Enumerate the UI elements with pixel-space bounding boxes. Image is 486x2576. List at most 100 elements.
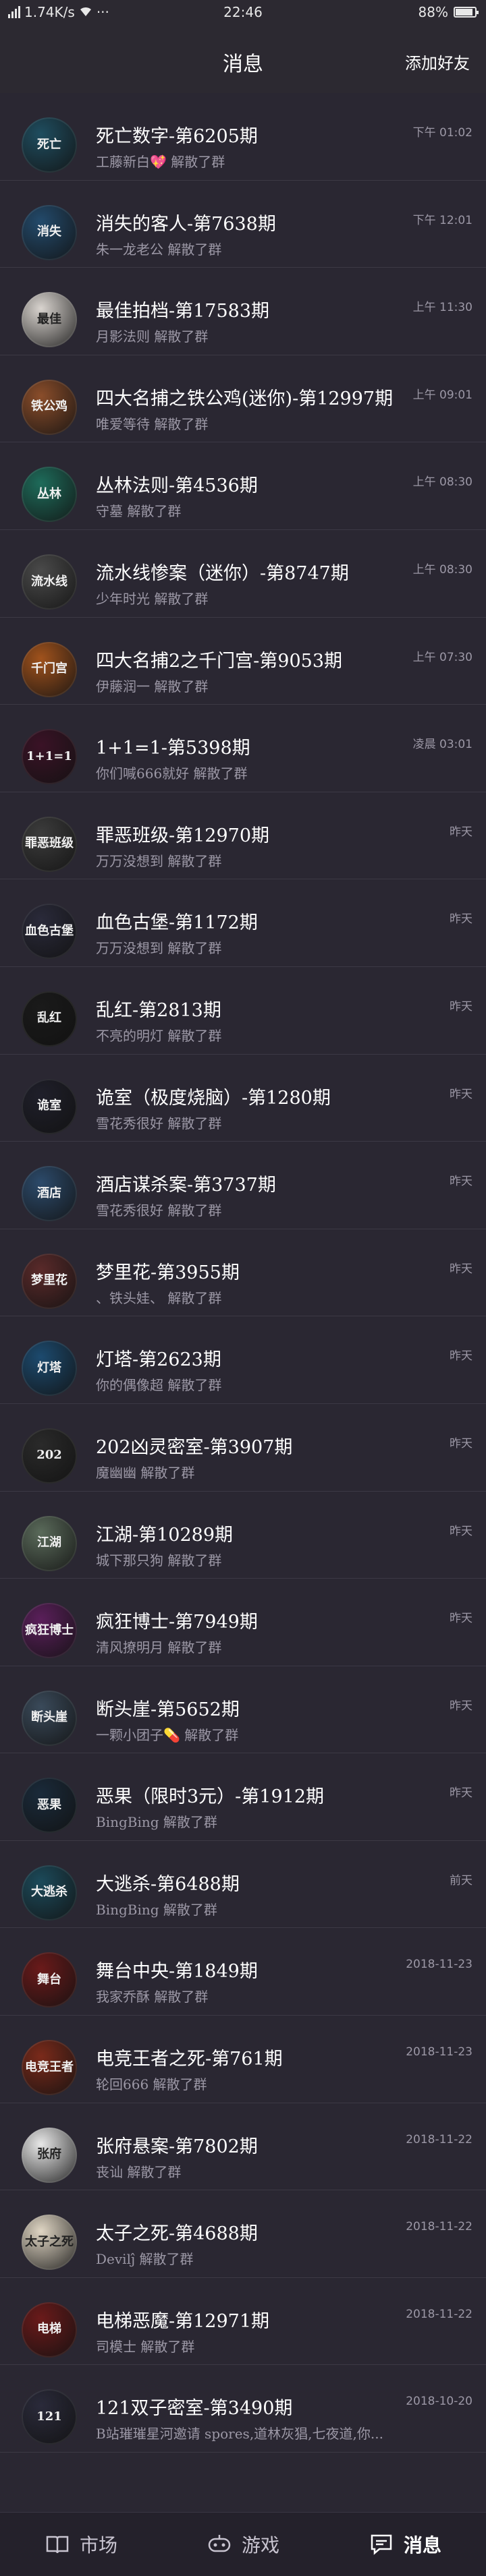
group-avatar[interactable]: 疯狂博士 bbox=[22, 1603, 77, 1659]
conversation-row[interactable]: 死亡 死亡数字-第6205期 工藤新白💖 解散了群 下午 01:02 bbox=[0, 93, 486, 181]
conversation-time: 下午 01:02 bbox=[412, 126, 473, 140]
group-avatar[interactable]: 千门宫 bbox=[22, 641, 77, 697]
group-avatar[interactable]: 舞台 bbox=[22, 1952, 77, 2008]
conversation-row[interactable]: 121 121双子密室-第3490期 B站璀璀星河邀请 spores,道林灰猖,七夜… bbox=[0, 2365, 486, 2453]
conversation-last-message: 唯爱等待 解散了群 bbox=[96, 415, 209, 432]
group-avatar[interactable]: 121 bbox=[22, 2389, 77, 2445]
conversation-last-message: 你的偶像超 解散了群 bbox=[96, 1377, 222, 1394]
conversation-title: 疯狂博士-第7949期 bbox=[96, 1612, 258, 1633]
conversation-row[interactable]: 江湖 江湖-第10289期 城下那只狗 解散了群 昨天 bbox=[0, 1492, 486, 1579]
group-avatar[interactable]: 梦里花 bbox=[22, 1253, 77, 1309]
conversation-title: 四大名捕之铁公鸡(迷你)-第12997期 bbox=[96, 388, 393, 409]
conversation-row[interactable]: 流水线 流水线惨案（迷你）-第8747期 少年时光 解散了群 上午 08:30 bbox=[0, 530, 486, 618]
conversation-time: 2018-11-23 bbox=[406, 1958, 473, 1972]
group-avatar[interactable]: 大逃杀 bbox=[22, 1865, 77, 1921]
conversation-row[interactable]: 张府 张府悬案-第7802期 丧讪 解散了群 2018-11-22 bbox=[0, 2103, 486, 2191]
clock: 22:46 bbox=[223, 4, 263, 20]
group-avatar[interactable]: 江湖 bbox=[22, 1515, 77, 1571]
conversation-row[interactable]: 大逃杀 大逃杀-第6488期 BingBing 解散了群 前天 bbox=[0, 1841, 486, 1929]
group-avatar[interactable]: 张府 bbox=[22, 2127, 77, 2183]
conversation-row[interactable]: 疯狂博士 疯狂博士-第7949期 清风撩明月 解散了群 昨天 bbox=[0, 1579, 486, 1666]
group-avatar[interactable]: 最佳 bbox=[22, 292, 77, 348]
group-avatar[interactable]: 罪恶班级 bbox=[22, 816, 77, 872]
conversation-title: 恶果（限时3元）-第1912期 bbox=[96, 1786, 325, 1808]
conversation-last-message: 轮回666 解散了群 bbox=[96, 2076, 207, 2093]
conversation-last-message: 城下那只狗 解散了群 bbox=[96, 1552, 222, 1569]
conversation-title: 最佳拍档-第17583期 bbox=[96, 301, 270, 322]
conversation-row[interactable]: 太子之死 太子之死-第4688期 Devilĵ 解散了群 2018-11-22 bbox=[0, 2190, 486, 2278]
conversation-last-message: B站璀璀星河邀请 spores,道林灰猖,七夜道,你... bbox=[96, 2426, 383, 2442]
conversation-last-message: 魔幽幽 解散了群 bbox=[96, 1464, 195, 1481]
gamepad-icon bbox=[207, 2531, 232, 2557]
conversation-title: 消失的客人-第7638期 bbox=[96, 213, 276, 235]
conversation-last-message: 丧讪 解散了群 bbox=[96, 2163, 182, 2180]
group-avatar[interactable]: 死亡 bbox=[22, 117, 77, 173]
conversation-row[interactable]: 1+1=1 1+1=1-第5398期 你们喊666就好 解散了群 凌晨 03:01 bbox=[0, 705, 486, 792]
status-right: 88% bbox=[418, 4, 479, 20]
group-avatar[interactable]: 血色古堡 bbox=[22, 904, 77, 960]
conversation-time: 昨天 bbox=[450, 1436, 473, 1451]
conversation-last-message: 我家乔酥 解散了群 bbox=[96, 1989, 209, 2006]
conversation-time: 上午 11:30 bbox=[412, 301, 473, 315]
group-avatar[interactable]: 乱红 bbox=[22, 991, 77, 1047]
conversation-last-message: 一颗小团子💊 解散了群 bbox=[96, 1726, 239, 1743]
conversation-last-message: 月影法则 解散了群 bbox=[96, 328, 209, 345]
conversation-time: 上午 07:30 bbox=[412, 650, 473, 664]
group-avatar[interactable]: 1+1=1 bbox=[22, 729, 77, 785]
group-avatar[interactable]: 诡室 bbox=[22, 1078, 77, 1134]
conversation-title: 张府悬案-第7802期 bbox=[96, 2136, 258, 2157]
tab-chat[interactable]: 消息 bbox=[324, 2513, 486, 2576]
conversation-title: 四大名捕2之千门宫-第9053期 bbox=[96, 650, 343, 672]
group-avatar[interactable]: 断头崖 bbox=[22, 1690, 77, 1746]
group-avatar[interactable]: 太子之死 bbox=[22, 2215, 77, 2271]
conversation-title: 江湖-第10289期 bbox=[96, 1524, 234, 1546]
conversation-row[interactable]: 电竞王者 电竞王者之死-第761期 轮回666 解散了群 2018-11-23 bbox=[0, 2016, 486, 2103]
conversation-list: 死亡 死亡数字-第6205期 工藤新白💖 解散了群 下午 01:02 消失 消失的客人-第… bbox=[0, 93, 486, 2453]
conversation-row[interactable]: 罪恶班级 罪恶班级-第12970期 万万没想到 解散了群 昨天 bbox=[0, 792, 486, 880]
tab-gamepad[interactable]: 游戏 bbox=[162, 2513, 324, 2576]
group-avatar[interactable]: 恶果 bbox=[22, 1778, 77, 1834]
conversation-row[interactable]: 诡室 诡室（极度烧脑）-第1280期 雪花秀很好 解散了群 昨天 bbox=[0, 1055, 486, 1142]
conversation-row[interactable]: 电梯 电梯恶魔-第12971期 司模士 解散了群 2018-11-22 bbox=[0, 2278, 486, 2366]
conversation-time: 昨天 bbox=[450, 1349, 473, 1364]
conversation-title: 太子之死-第4688期 bbox=[96, 2223, 258, 2245]
group-avatar[interactable]: 铁公鸡 bbox=[22, 379, 77, 435]
conversation-time: 昨天 bbox=[450, 912, 473, 927]
conversation-row[interactable]: 梦里花 梦里花-第3955期 、铁头娃、 解散了群 昨天 bbox=[0, 1229, 486, 1317]
conversation-row[interactable]: 灯塔 灯塔-第2623期你的偶像超 解散了群 昨天 bbox=[0, 1316, 486, 1404]
conversation-row[interactable]: 消失 消失的客人-第7638期 朱一龙老公 解散了群 下午 12:01 bbox=[0, 181, 486, 268]
conversation-title: 酒店谋杀案-第3737期 bbox=[96, 1175, 276, 1196]
conversation-row[interactable]: 恶果 恶果（限时3元）-第1912期 BingBing 解散了群 昨天 bbox=[0, 1753, 486, 1841]
add-friend-button[interactable]: 添加好友 bbox=[405, 50, 470, 74]
conversation-row[interactable]: 血色古堡 血色古堡-第1172期 万万没想到 解散了群 昨天 bbox=[0, 879, 486, 967]
conversation-row[interactable]: 最佳 最佳拍档-第17583期月影法则 解散了群 上午 11:30 bbox=[0, 268, 486, 355]
conversation-row[interactable]: 舞台 舞台中央-第1849期我家乔酥 解散了群 2018-11-23 bbox=[0, 1928, 486, 2016]
group-avatar[interactable]: 灯塔 bbox=[22, 1341, 77, 1397]
group-avatar[interactable]: 消失 bbox=[22, 204, 77, 260]
conversation-title: 舞台中央-第1849期 bbox=[96, 1961, 258, 1983]
conversation-last-message: 守墓 解散了群 bbox=[96, 503, 182, 520]
conversation-row[interactable]: 千门宫 四大名捕2之千门宫-第9053期伊藤润一 解散了群 上午 07:30 bbox=[0, 618, 486, 705]
conversation-last-message: 伊藤润一 解散了群 bbox=[96, 678, 209, 695]
conversation-time: 2018-11-22 bbox=[406, 2307, 473, 2321]
battery-percent: 88% bbox=[418, 4, 448, 20]
conversation-last-message: BingBing 解散了群 bbox=[96, 1901, 217, 1918]
group-avatar[interactable]: 丛林 bbox=[22, 467, 77, 523]
conversation-row[interactable]: 乱红 乱红-第2813期 不亮的明灯 解散了群 昨天 bbox=[0, 967, 486, 1055]
conversation-time: 昨天 bbox=[450, 1699, 473, 1713]
conversation-row[interactable]: 酒店 酒店谋杀案-第3737期 雪花秀很好 解散了群 昨天 bbox=[0, 1142, 486, 1229]
conversation-row[interactable]: 202 202凶灵密室-第3907期 魔幽幽 解散了群 昨天 bbox=[0, 1404, 486, 1492]
conversation-row[interactable]: 丛林 丛林法则-第4536期 守墓 解散了群 上午 08:30 bbox=[0, 442, 486, 530]
group-avatar[interactable]: 202 bbox=[22, 1428, 77, 1484]
group-avatar[interactable]: 电竞王者 bbox=[22, 2040, 77, 2096]
tab-book[interactable]: 市场 bbox=[0, 2513, 162, 2576]
conversation-time: 上午 08:30 bbox=[412, 475, 473, 490]
group-avatar[interactable]: 酒店 bbox=[22, 1166, 77, 1222]
conversation-row[interactable]: 断头崖 断头崖-第5652期 一颗小团子💊 解散了群 昨天 bbox=[0, 1666, 486, 1754]
conversation-last-message: 司模士 解散了群 bbox=[96, 2338, 195, 2355]
group-avatar[interactable]: 电梯 bbox=[22, 2302, 77, 2358]
group-avatar[interactable]: 流水线 bbox=[22, 554, 77, 610]
conversation-row[interactable]: 铁公鸡 四大名捕之铁公鸡(迷你)-第12997期 唯爱等待 解散了群 上午 09:01 bbox=[0, 355, 486, 443]
conversation-title: 灯塔-第2623期 bbox=[96, 1349, 221, 1371]
conversation-time: 上午 08:30 bbox=[412, 562, 473, 577]
